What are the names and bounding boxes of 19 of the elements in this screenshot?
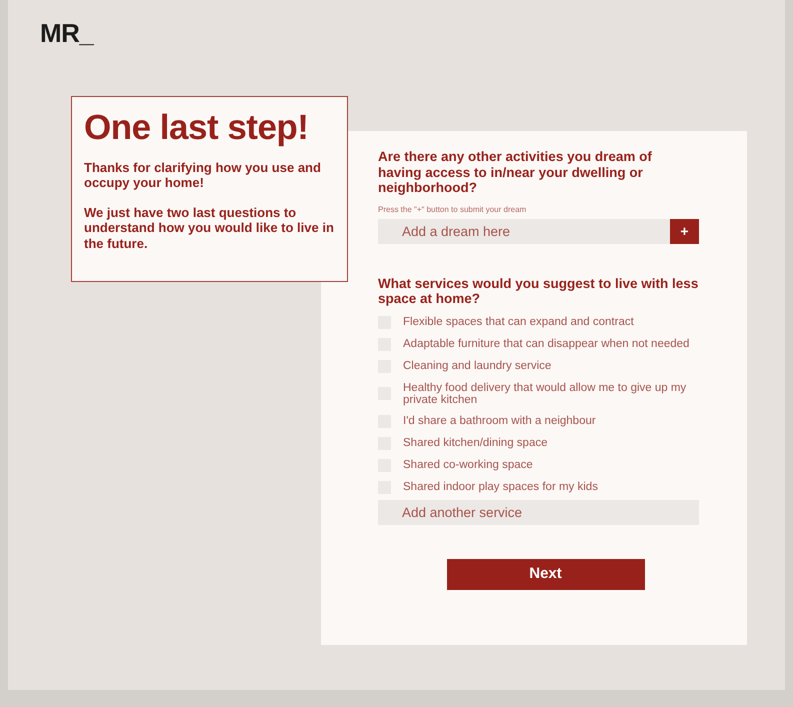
service-input-field[interactable]: Add another service <box>378 500 699 525</box>
dream-input-field[interactable]: Add a dream here <box>378 218 670 244</box>
next-button[interactable]: Next <box>446 558 644 590</box>
hint-text: Press the "+" button to submit your dream <box>378 204 528 216</box>
logo: MR_ <box>40 20 95 46</box>
option-label: Shared co-working space <box>403 459 533 472</box>
intro-paragraph: We just have two last questions to understand how you would like to live in the future. <box>84 204 335 252</box>
option-label: Cleaning and laundry service <box>403 360 552 372</box>
intro-paragraph: Thanks for clarifying how you use and occupy your home! <box>84 160 322 191</box>
option-label: Shared indoor play spaces for my kids <box>403 481 598 494</box>
option-label: Healthy food delivery that would allow me to give up my private kitchen <box>403 382 688 406</box>
option-label: Shared kitchen/dining space <box>403 437 548 450</box>
question-title: Are there any other activities you dream of having access to in/near your dwelling or neighborhood? <box>378 149 653 196</box>
intro-title: One last step! <box>84 109 310 148</box>
option-label: Flexible spaces that can expand and contract <box>403 316 634 328</box>
option-label: I'd share a bathroom with a neighbour <box>403 415 596 428</box>
option-label: Adaptable furniture that can disappear when not needed <box>403 338 690 350</box>
question-title: What services would you suggest to live with less space at home? <box>378 276 699 307</box>
add-button[interactable]: + <box>670 218 699 244</box>
